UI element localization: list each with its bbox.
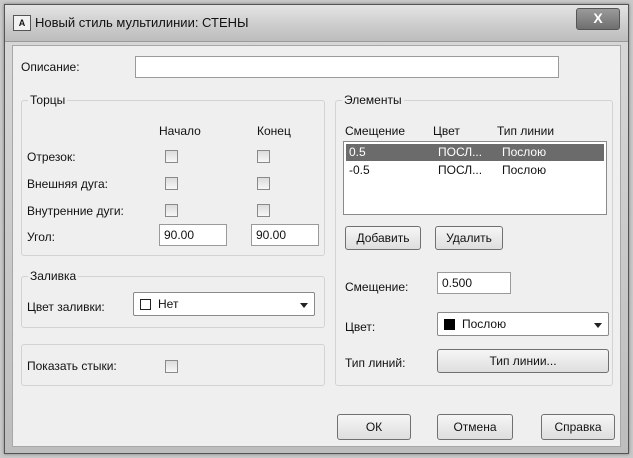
show-joints-checkbox[interactable] [165,360,178,373]
help-button[interactable]: Справка [541,414,615,440]
caps-outer-arc-start-checkbox[interactable] [165,177,178,190]
caps-line-label: Отрезок: [27,150,76,164]
caps-angle-end-input[interactable]: 90.00 [251,224,319,246]
cancel-button[interactable]: Отмена [437,414,513,440]
caps-line-start-checkbox[interactable] [165,150,178,163]
fill-color-swatch [140,299,151,310]
caps-inner-arcs-end-checkbox[interactable] [257,204,270,217]
list-item[interactable]: -0.5 ПОСЛ... Послою [346,162,604,179]
caps-angle-label: Угол: [27,230,55,244]
ok-button[interactable]: ОК [337,414,411,440]
delete-element-button[interactable]: Удалить [435,226,503,250]
caps-inner-arcs-start-checkbox[interactable] [165,204,178,217]
fill-color-dropdown[interactable]: Нет [133,292,315,316]
fill-color-value: Нет [158,297,179,311]
caps-angle-start-input[interactable]: 90.00 [159,224,227,246]
element-color-value: Послою [462,317,507,331]
caps-outer-arc-end-checkbox[interactable] [257,177,270,190]
caps-outer-arc-label: Внешняя дуга: [27,177,109,191]
autocad-app-icon: A [13,15,31,31]
caps-group-title: Торцы [28,93,68,107]
dialog-body: Описание: Торцы Начало Конец Отрезок: Вн… [12,45,621,447]
caps-inner-arcs-label: Внутренние дуги: [27,204,124,218]
caps-start-header: Начало [159,124,201,138]
element-linetype: Послою [502,163,547,177]
description-label: Описание: [21,60,80,74]
list-item[interactable]: 0.5 ПОСЛ... Послою [346,144,604,161]
dialog-window: A Новый стиль мультилинии: СТЕНЫ X Описа… [4,4,629,454]
element-offset-label: Смещение: [345,280,409,294]
element-color-dropdown[interactable]: Послою [437,312,609,336]
elements-header-offset: Смещение [345,124,406,138]
title-bar[interactable]: A Новый стиль мультилинии: СТЕНЫ X [5,5,628,42]
element-offset-input[interactable]: 0.500 [437,272,511,294]
add-element-button[interactable]: Добавить [345,226,421,250]
window-title: Новый стиль мультилинии: СТЕНЫ [35,15,249,30]
fill-color-label: Цвет заливки: [27,300,105,314]
elements-list[interactable]: 0.5 ПОСЛ... Послою -0.5 ПОСЛ... Послою [343,141,607,215]
caps-end-header: Конец [257,124,291,138]
element-color-label: Цвет: [345,320,376,334]
chevron-down-icon [300,303,308,308]
close-button[interactable]: X [576,8,620,30]
elements-header-linetype: Тип линии [497,124,555,138]
fill-group-title: Заливка [28,269,79,283]
description-input[interactable] [135,56,559,78]
caps-line-end-checkbox[interactable] [257,150,270,163]
element-color: ПОСЛ... [438,145,483,159]
element-offset: -0.5 [349,163,370,177]
elements-group-title: Элементы [342,93,404,107]
linetype-button[interactable]: Тип линии... [437,349,609,373]
chevron-down-icon [594,323,602,328]
element-color: ПОСЛ... [438,163,483,177]
elements-header-color: Цвет [433,124,460,138]
element-linetype-label: Тип линий: [345,356,406,370]
element-color-swatch [444,319,455,330]
show-joints-label: Показать стыки: [27,359,117,373]
element-linetype: Послою [502,145,547,159]
element-offset: 0.5 [349,145,366,159]
